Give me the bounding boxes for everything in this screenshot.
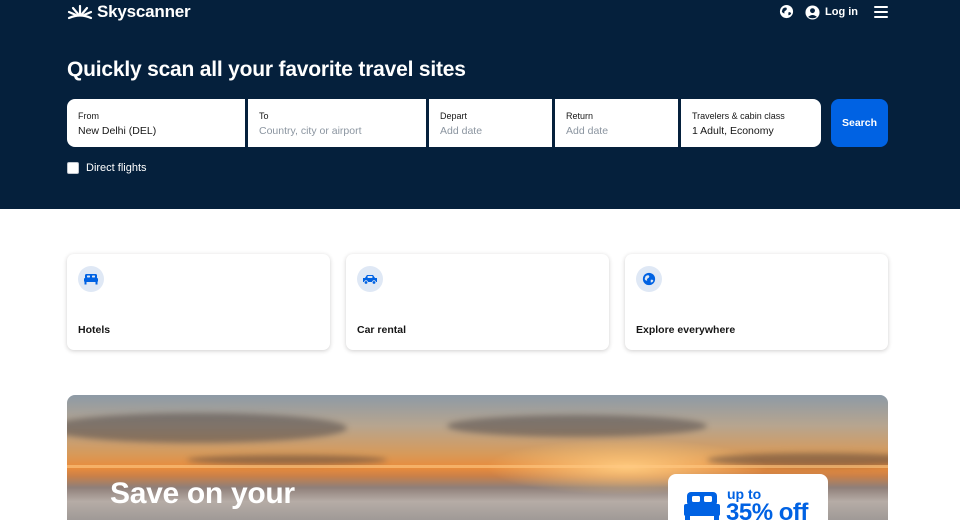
bed-icon (78, 266, 104, 292)
depart-placeholder: Add date (440, 125, 483, 137)
direct-flights-checkbox[interactable] (67, 162, 79, 174)
login-button[interactable]: Log in (805, 4, 858, 20)
travelers-cabin-field[interactable]: Travelers & cabin class 1 Adult, Economy (681, 99, 821, 147)
region-globe-icon[interactable] (779, 4, 795, 20)
direct-flights-label: Direct flights (86, 162, 147, 174)
globe-icon (636, 266, 662, 292)
hotels-label: Hotels (78, 324, 111, 336)
user-avatar-icon (805, 4, 820, 20)
car-rental-label: Car rental (357, 324, 407, 336)
travelers-label: Travelers & cabin class (692, 111, 785, 121)
to-label: To (259, 111, 269, 121)
travelers-value: 1 Adult, Economy (692, 125, 774, 137)
sky-cloud (187, 455, 387, 465)
from-field[interactable]: From New Delhi (DEL) (67, 99, 245, 147)
to-placeholder: Country, city or airport (259, 125, 362, 137)
hotels-card[interactable]: Hotels (67, 254, 330, 350)
from-value: New Delhi (DEL) (78, 125, 157, 137)
return-placeholder: Add date (566, 125, 609, 137)
from-label: From (78, 111, 99, 121)
promo-banner[interactable]: Save on your up to 35% off (67, 395, 888, 520)
skyscanner-logo[interactable]: Skyscanner (67, 2, 191, 22)
header-actions: Log in (779, 2, 888, 22)
car-rental-card[interactable]: Car rental (346, 254, 609, 350)
return-date-field[interactable]: Return Add date (555, 99, 678, 147)
explore-everywhere-label: Explore everywhere (636, 324, 736, 336)
explore-everywhere-card[interactable]: Explore everywhere (625, 254, 888, 350)
discount-badge: up to 35% off (668, 474, 828, 520)
sunburst-logo-icon (67, 4, 93, 20)
hamburger-menu-icon[interactable] (874, 6, 888, 18)
page-title: Quickly scan all your favorite travel si… (67, 58, 466, 81)
sky-cloud (447, 415, 707, 437)
horizon-line (67, 465, 888, 468)
return-label: Return (566, 111, 594, 121)
to-field[interactable]: To Country, city or airport (248, 99, 426, 147)
car-icon (357, 266, 383, 292)
bed-icon (684, 492, 720, 520)
depart-date-field[interactable]: Depart Add date (429, 99, 552, 147)
direct-flights-option[interactable]: Direct flights (67, 162, 147, 174)
banner-title: Save on your (110, 477, 295, 510)
brand-name: Skyscanner (97, 2, 191, 21)
search-button[interactable]: Search (831, 99, 888, 147)
hero-section: Skyscanner Log in Quickly scan all your … (0, 0, 960, 209)
depart-label: Depart (440, 111, 468, 121)
promo-percent: 35% off (726, 499, 808, 520)
login-label: Log in (825, 6, 858, 18)
sky-cloud (67, 413, 347, 443)
